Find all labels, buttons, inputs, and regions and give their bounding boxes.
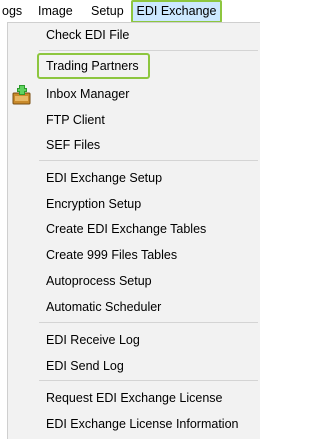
menu-bar: ogs Image Setup EDI Exchange xyxy=(0,0,262,23)
menu-item-encryption-setup[interactable]: Encryption Setup xyxy=(46,195,141,213)
menu-item-check-edi-file[interactable]: Check EDI File xyxy=(46,26,129,44)
menu-item-trading-partners[interactable]: Trading Partners xyxy=(46,57,139,75)
menu-item-edi-exchange-setup[interactable]: EDI Exchange Setup xyxy=(46,169,162,187)
menu-separator xyxy=(39,160,258,161)
menubar-item-edi-exchange[interactable]: EDI Exchange xyxy=(131,0,222,23)
menu-item-edi-send-log[interactable]: EDI Send Log xyxy=(46,357,124,375)
menu-item-inbox-manager[interactable]: Inbox Manager xyxy=(46,85,129,103)
menu-item-request-edi-exchange-license[interactable]: Request EDI Exchange License xyxy=(46,389,223,407)
menu-item-create-999-files-tables[interactable]: Create 999 Files Tables xyxy=(46,246,177,264)
menu-separator xyxy=(39,50,258,51)
menu-item-ftp-client[interactable]: FTP Client xyxy=(46,111,105,129)
menu-item-autoprocess-setup[interactable]: Autoprocess Setup xyxy=(46,272,152,290)
menu-item-edi-receive-log[interactable]: EDI Receive Log xyxy=(46,331,140,349)
menu-item-automatic-scheduler[interactable]: Automatic Scheduler xyxy=(46,298,161,316)
menu-item-sef-files[interactable]: SEF Files xyxy=(46,136,100,154)
menubar-item-image[interactable]: Image xyxy=(38,0,73,23)
menubar-item-logs[interactable]: ogs xyxy=(2,0,22,23)
menu-separator xyxy=(39,380,258,381)
menu-item-edi-exchange-license-information[interactable]: EDI Exchange License Information xyxy=(46,415,238,433)
edi-exchange-dropdown: Check EDI File Trading Partners Inbox Ma… xyxy=(7,22,260,439)
menubar-item-setup[interactable]: Setup xyxy=(91,0,124,23)
inbox-plus-icon xyxy=(11,85,33,105)
menu-item-create-edi-exchange-tables[interactable]: Create EDI Exchange Tables xyxy=(46,220,206,238)
menu-separator xyxy=(39,322,258,323)
